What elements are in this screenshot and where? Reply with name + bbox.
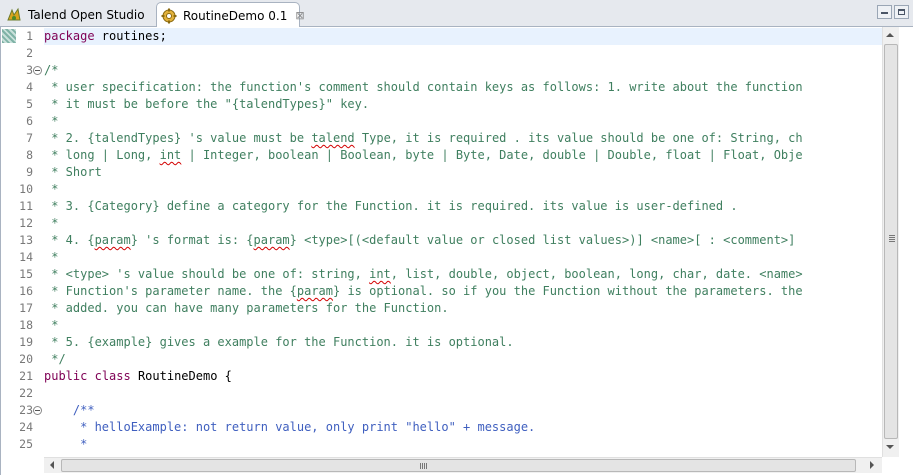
line-number: 25	[19, 437, 33, 451]
line-number: 16	[19, 284, 33, 298]
code-line: *	[44, 114, 59, 128]
line-number: 14	[19, 250, 33, 264]
line-number: 5	[26, 97, 33, 111]
code-line: */	[44, 352, 66, 366]
close-icon[interactable]: ⊠	[295, 9, 304, 22]
line-number: 10	[19, 182, 33, 196]
spelling-error: param	[296, 284, 333, 298]
code-line: /*	[44, 63, 59, 77]
code-line: * added. you can have many parameters fo…	[44, 301, 449, 315]
code-line: * 4. {param} 's format is: {param} <type…	[44, 233, 796, 247]
horizontal-scroll-thumb[interactable]	[61, 459, 856, 472]
code-line: * helloExample: not return value, only p…	[44, 420, 536, 434]
overview-ruler[interactable]	[899, 27, 913, 475]
code-text-area[interactable]: package routines; /* * user specificatio…	[44, 27, 882, 457]
code-line: *	[44, 250, 59, 264]
editor-tab-bar: Talend Open Studio RoutineDemo 0.1 ⊠	[0, 0, 913, 28]
line-number: 23	[19, 403, 33, 417]
vertical-scrollbar[interactable]	[882, 27, 899, 457]
scroll-right-arrow-icon[interactable]	[870, 461, 874, 469]
spelling-error: int	[159, 148, 182, 162]
spelling-error: talend	[311, 131, 355, 145]
vertical-scroll-thumb[interactable]	[884, 44, 898, 439]
line-number: 9	[26, 165, 33, 179]
line-number: 18	[19, 318, 33, 332]
line-number: 1	[26, 29, 33, 43]
fold-collapse-icon[interactable]	[33, 66, 42, 75]
line-number: 4	[26, 80, 33, 94]
code-line: * 2. {talendTypes} 's value must be tale…	[44, 131, 803, 145]
scroll-down-arrow-icon[interactable]	[886, 445, 894, 449]
code-line: * Short	[44, 165, 102, 179]
spelling-error: param	[253, 233, 290, 247]
line-number: 6	[26, 114, 33, 128]
line-number: 12	[19, 216, 33, 230]
line-number: 3	[26, 63, 33, 77]
line-number: 8	[26, 148, 33, 162]
code-line: *	[44, 437, 88, 451]
line-number: 13	[19, 233, 33, 247]
maximize-button[interactable]	[894, 5, 909, 19]
scroll-left-arrow-icon[interactable]	[50, 461, 54, 469]
line-number: 11	[19, 199, 33, 213]
line-number: 7	[26, 131, 33, 145]
minimize-button[interactable]	[877, 5, 892, 19]
window-controls	[877, 5, 909, 19]
code-line: * user specification: the function's com…	[44, 80, 803, 94]
code-line: * Function's parameter name. the {param}…	[44, 284, 803, 298]
line-number: 17	[19, 301, 33, 315]
line-number: 24	[19, 420, 33, 434]
code-editor[interactable]: 1 2 3 4 5 6 7 8 9 10 11 12 13 14 15 16 1…	[0, 27, 913, 475]
code-line: *	[44, 318, 59, 332]
line-number: 19	[19, 335, 33, 349]
line-number-gutter: 1 2 3 4 5 6 7 8 9 10 11 12 13 14 15 16 1…	[1, 27, 43, 457]
tab-talend-open-studio[interactable]: Talend Open Studio	[2, 2, 156, 27]
line-number: 20	[19, 352, 33, 366]
scroll-up-arrow-icon[interactable]	[886, 33, 894, 37]
code-line: *	[44, 216, 59, 230]
code-line: * 3. {Category} define a category for th…	[44, 199, 738, 213]
fold-collapse-icon[interactable]	[33, 406, 42, 415]
code-line: * it must be before the "{talendTypes}" …	[44, 97, 370, 111]
line-number: 15	[19, 267, 33, 281]
line-number: 22	[19, 386, 33, 400]
routine-icon	[161, 8, 177, 24]
tab-label: Talend Open Studio	[28, 7, 145, 22]
code-line: /**	[44, 403, 95, 417]
horizontal-scrollbar[interactable]	[44, 457, 882, 473]
code-line: * 5. {example} gives a example for the F…	[44, 335, 514, 349]
tab-routinedemo[interactable]: RoutineDemo 0.1 ⊠	[156, 2, 305, 28]
tab-label: RoutineDemo 0.1	[183, 8, 288, 23]
code-line-current: package routines;	[44, 28, 882, 45]
line-number: 2	[26, 46, 33, 60]
spelling-error: param	[94, 233, 131, 247]
code-line: * <type> 's value should be one of: stri…	[44, 267, 803, 281]
spelling-error: int	[369, 267, 391, 281]
line-number: 21	[19, 369, 33, 383]
code-line: public class RoutineDemo {	[44, 369, 232, 383]
talend-icon	[6, 7, 22, 23]
code-line: * long | Long, int | Integer, boolean | …	[44, 148, 803, 162]
code-line: *	[44, 182, 59, 196]
